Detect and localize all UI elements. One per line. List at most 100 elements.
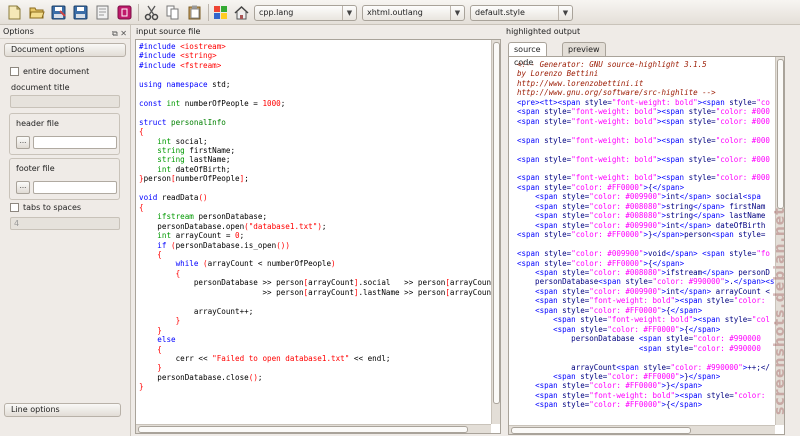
input-horizontal-scrollbar[interactable] — [136, 424, 491, 433]
output-line: <span style="color: #FF0000">{</span> — [535, 305, 703, 315]
close-icon[interactable] — [94, 4, 111, 21]
dock-controls[interactable]: ⧉ ✕ — [112, 27, 127, 41]
chevron-down-icon: ▼ — [450, 6, 464, 20]
output-pane-title: highlighted output — [506, 27, 581, 36]
code-line: ​ — [139, 70, 496, 79]
options-title: Options — [3, 27, 34, 36]
code-line: using namespace std; — [139, 79, 231, 89]
cut-icon[interactable] — [143, 4, 160, 21]
code-line: { — [139, 127, 144, 137]
code-line: ​ — [139, 108, 496, 117]
code-line: } — [157, 325, 162, 335]
code-line: ​ — [139, 297, 496, 306]
output-code[interactable]: <!-- Generator: GNU source-highlight 3.1… — [517, 60, 779, 410]
output-line: ​ — [517, 126, 779, 135]
code-line: else — [157, 335, 176, 345]
open-icon[interactable] — [28, 4, 45, 21]
code-line: personDatabase >> person[arrayCount].soc… — [139, 278, 496, 288]
code-line: string firstName; — [157, 145, 236, 155]
options-dock: Options ⧉ ✕ Document options entire docu… — [0, 25, 131, 436]
output-line: <span style="color: #009900">int</span> … — [535, 286, 770, 296]
copy-icon[interactable] — [164, 4, 181, 21]
code-line: int social; — [157, 136, 208, 146]
entire-document-row[interactable]: entire document — [10, 67, 89, 76]
input-editor[interactable]: #include <iostream> #include <string> #inc… — [135, 39, 501, 434]
palette-icon[interactable] — [212, 4, 229, 21]
line-options-button[interactable]: Line options — [4, 403, 121, 417]
code-line: { — [157, 249, 162, 259]
code-line: struct personalInfo — [139, 117, 226, 127]
output-line: <span style="font-weight: bold"><span st… — [517, 135, 770, 145]
input-code[interactable]: #include <iostream> #include <string> #inc… — [139, 42, 496, 392]
output-line: ​ — [517, 164, 779, 173]
output-line: <span style="font-weight: bold"><span st… — [553, 315, 770, 325]
code-line: personDatabase.open("database1.txt"); — [139, 221, 327, 231]
header-browse-button[interactable]: ... — [16, 136, 30, 149]
code-line: } — [157, 363, 162, 373]
code-line: ifstream personDatabase; — [157, 212, 268, 222]
output-line: ​ — [517, 240, 779, 249]
code-line: ​ — [139, 89, 496, 98]
chevron-down-icon: ▼ — [558, 6, 572, 20]
output-line: <pre><tt><span style="font-weight: bold"… — [517, 97, 770, 107]
code-line: string lastName; — [157, 155, 231, 165]
output-line: <span style="font-weight: bold"><span st… — [517, 107, 770, 117]
document-title-field[interactable] — [10, 95, 120, 108]
main-toolbar: cpp.lang ▼ xhtml.outlang ▼ default.style ▼ — [0, 0, 800, 25]
paste-icon[interactable] — [186, 4, 203, 21]
output-line: <span style="font-weight: bold"><span st… — [517, 173, 770, 183]
input-language-select[interactable]: cpp.lang ▼ — [254, 5, 357, 21]
code-line: } — [139, 382, 144, 392]
quit-icon[interactable] — [116, 4, 133, 21]
tab-preview[interactable]: preview — [562, 42, 606, 56]
output-line: <span style="color: #FF0000">{</span> — [517, 258, 685, 268]
footer-browse-button[interactable]: ... — [16, 181, 30, 194]
output-line: <span style="color: #008080">string</spa… — [535, 211, 766, 221]
tab-width-spinbox[interactable]: 4 — [10, 217, 120, 230]
code-line: arrayCount++; — [139, 306, 254, 316]
output-line: <span style="color: #FF0000">}</span>per… — [517, 230, 766, 240]
code-line: int dateOfBirth; — [157, 164, 231, 174]
output-line: arrayCount<span style="color: #990000">+… — [517, 362, 770, 372]
code-line: if (personDatabase.is_open()) — [157, 240, 290, 250]
code-line: void readData() — [139, 193, 208, 203]
footer-file-field[interactable] — [33, 181, 117, 194]
output-line: <!-- Generator: GNU source-highlight 3.1… — [517, 60, 707, 69]
home-icon[interactable] — [233, 4, 250, 21]
code-line: }person[numberOfPeople]; — [139, 174, 249, 184]
code-line: { — [139, 202, 144, 212]
output-pane: highlighted output source code preview <… — [502, 25, 800, 436]
code-line: #include <iostream> — [139, 42, 226, 51]
footer-file-group: footer file ... — [9, 158, 120, 200]
output-line: <span style="color: #008080">ifstream</s… — [535, 267, 770, 277]
code-line: >> person[arrayCount].lastName >> person… — [139, 287, 496, 297]
input-pane-title: input source file — [136, 27, 201, 36]
output-line: <span style="color: #FF0000">{</span> — [535, 400, 703, 410]
tabs-to-spaces-row[interactable]: tabs to spaces — [10, 203, 81, 212]
document-title-label: document title — [11, 83, 70, 92]
output-horizontal-scrollbar[interactable] — [509, 425, 775, 434]
document-options-button[interactable]: Document options — [4, 43, 126, 57]
save-icon[interactable] — [72, 4, 89, 21]
save-as-icon[interactable] — [50, 4, 67, 21]
input-vertical-scrollbar[interactable] — [491, 40, 500, 424]
output-format-select[interactable]: xhtml.outlang ▼ — [362, 5, 465, 21]
output-line: <span style="color: #FF0000">}</span> — [535, 381, 703, 391]
header-file-label: header file — [16, 119, 59, 128]
style-select[interactable]: default.style ▼ — [470, 5, 573, 21]
output-line: <span style="font-weight: bold"><span st… — [517, 116, 770, 126]
tab-source-code[interactable]: source code — [508, 42, 547, 67]
watermark: screenshots.debian.net — [772, 207, 788, 415]
tabs-to-spaces-checkbox[interactable] — [10, 203, 19, 212]
header-file-group: header file ... — [9, 113, 120, 155]
output-line: <span style="font-weight: bold"><span st… — [535, 390, 766, 400]
chevron-down-icon: ▼ — [342, 6, 356, 20]
output-line: <span style="font-weight: bold"><span st… — [535, 296, 766, 306]
entire-document-checkbox[interactable] — [10, 67, 19, 76]
header-file-field[interactable] — [33, 136, 117, 149]
output-viewer[interactable]: <!-- Generator: GNU source-highlight 3.1… — [508, 56, 785, 435]
output-line: http://www.lorenzobettini.it — [517, 78, 644, 88]
new-icon[interactable] — [6, 4, 23, 21]
output-line: by Lorenzo Bettini — [517, 69, 599, 79]
output-line: ​ — [517, 145, 779, 154]
